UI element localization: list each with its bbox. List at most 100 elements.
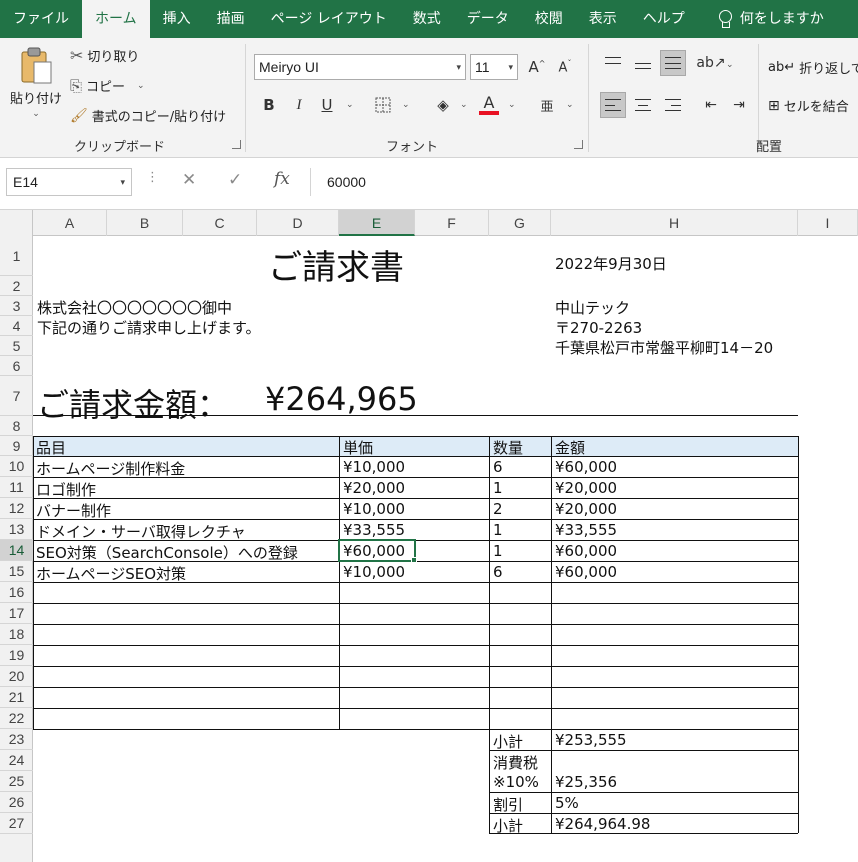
row-header-14[interactable]: 14 xyxy=(0,540,33,561)
line-item-qty[interactable]: 1 xyxy=(493,521,503,539)
increase-font-button[interactable]: A^ xyxy=(524,54,550,80)
align-top-button[interactable] xyxy=(600,50,626,76)
tab-review[interactable]: 校閲 xyxy=(522,0,576,38)
row-header-16[interactable]: 16 xyxy=(0,582,33,603)
line-item-name[interactable]: バナー制作 xyxy=(36,500,111,521)
line-item-unit-price[interactable]: ¥33,555 xyxy=(343,521,405,539)
tab-view[interactable]: 表示 xyxy=(576,0,630,38)
row-header-7[interactable]: 7 xyxy=(0,376,33,416)
tax-label-line1[interactable]: 消費税 xyxy=(493,752,538,773)
row-header-19[interactable]: 19 xyxy=(0,645,33,666)
line-item-amount[interactable]: ¥20,000 xyxy=(555,500,617,518)
line-item-qty[interactable]: 2 xyxy=(493,500,503,518)
align-center-button[interactable] xyxy=(630,92,656,118)
decrease-font-button[interactable]: Aˇ xyxy=(552,54,578,80)
font-name-combo[interactable]: Meiryo UI ▾ xyxy=(254,54,466,80)
tab-home[interactable]: ホーム xyxy=(82,0,150,38)
row-header-2[interactable]: 2 xyxy=(0,276,33,296)
italic-button[interactable]: I xyxy=(286,92,312,118)
line-item-name[interactable]: ホームページSEO対策 xyxy=(36,563,186,584)
tax-label-line2[interactable]: ※10% xyxy=(493,773,539,791)
align-bottom-button[interactable] xyxy=(660,50,686,76)
row-header-15[interactable]: 15 xyxy=(0,561,33,582)
name-box[interactable]: E14 ▾ xyxy=(6,168,132,196)
row-header-9[interactable]: 9 xyxy=(0,436,33,456)
cancel-icon[interactable]: ✕ xyxy=(182,170,196,190)
line-item-unit-price[interactable]: ¥10,000 xyxy=(343,458,405,476)
row-header-3[interactable]: 3 xyxy=(0,296,33,316)
chevron-down-icon[interactable]: ⌄ xyxy=(402,100,410,110)
align-right-button[interactable] xyxy=(660,92,686,118)
row-header-22[interactable]: 22 xyxy=(0,708,33,729)
underline-button[interactable]: U xyxy=(314,92,340,118)
header-unit-price[interactable]: 単価 xyxy=(343,437,373,458)
row-header-25[interactable]: 25 xyxy=(0,771,33,792)
line-item-amount[interactable]: ¥60,000 xyxy=(555,542,617,560)
line-item-unit-price[interactable]: ¥10,000 xyxy=(343,563,405,581)
increase-indent-button[interactable]: ⇥ xyxy=(726,92,752,118)
paste-button[interactable]: 貼り付け ⌄ xyxy=(10,46,62,119)
header-qty[interactable]: 数量 xyxy=(493,437,523,458)
format-painter-button[interactable]: 🖌 書式のコピー/貼り付け xyxy=(70,106,226,126)
fill-color-button[interactable]: ◈ xyxy=(430,92,456,118)
line-item-amount[interactable]: ¥60,000 xyxy=(555,563,617,581)
row-header-20[interactable]: 20 xyxy=(0,666,33,687)
column-header-a[interactable]: A xyxy=(33,210,107,236)
chevron-down-icon[interactable]: ⌄ xyxy=(346,100,354,110)
row-header-17[interactable]: 17 xyxy=(0,603,33,624)
column-header-d[interactable]: D xyxy=(257,210,339,236)
line-item-name[interactable]: ドメイン・サーバ取得レクチャ xyxy=(36,521,246,542)
row-header-8[interactable]: 8 xyxy=(0,416,33,436)
align-left-button[interactable] xyxy=(600,92,626,118)
amount-label[interactable]: ご請求金額： xyxy=(37,380,229,426)
tab-data[interactable]: データ xyxy=(454,0,522,38)
tab-help[interactable]: ヘルプ xyxy=(630,0,698,38)
sender-postal[interactable]: 〒270-2263 xyxy=(555,317,642,338)
column-header-b[interactable]: B xyxy=(107,210,183,236)
line-item-unit-price[interactable]: ¥20,000 xyxy=(343,479,405,497)
row-header-6[interactable]: 6 xyxy=(0,356,33,376)
cut-button[interactable]: ✂ 切り取り xyxy=(70,46,139,65)
align-middle-button[interactable] xyxy=(630,50,656,76)
tab-page-layout[interactable]: ページ レイアウト xyxy=(258,0,400,38)
row-header-4[interactable]: 4 xyxy=(0,316,33,336)
recipient-name[interactable]: 株式会社〇〇〇〇〇〇〇御中 xyxy=(37,297,232,318)
invoice-message[interactable]: 下記の通りご請求申し上げます。 xyxy=(37,317,261,338)
row-header-5[interactable]: 5 xyxy=(0,336,33,356)
select-all-corner[interactable] xyxy=(0,210,33,236)
subtotal-value[interactable]: ¥253,555 xyxy=(555,731,627,749)
font-size-combo[interactable]: 11 ▾ xyxy=(470,54,518,80)
row-header-21[interactable]: 21 xyxy=(0,687,33,708)
active-cell-selection[interactable] xyxy=(338,539,416,562)
decrease-indent-button[interactable]: ⇤ xyxy=(698,92,724,118)
line-item-qty[interactable]: 6 xyxy=(493,563,503,581)
enter-icon[interactable]: ✓ xyxy=(228,170,242,190)
tax-value[interactable]: ¥25,356 xyxy=(555,773,617,791)
borders-button[interactable] xyxy=(370,92,396,118)
tab-insert[interactable]: 挿入 xyxy=(150,0,204,38)
line-item-name[interactable]: ロゴ制作 xyxy=(36,479,96,500)
total-value[interactable]: ¥264,964.98 xyxy=(555,815,650,833)
sender-address[interactable]: 千葉県松戸市常盤平柳町14－20 xyxy=(555,337,773,358)
phonetic-guide-button[interactable]: 亜 xyxy=(534,92,560,118)
line-item-name[interactable]: SEO対策（SearchConsole）への登録 xyxy=(36,542,298,563)
row-header-11[interactable]: 11 xyxy=(0,477,33,498)
line-item-amount[interactable]: ¥20,000 xyxy=(555,479,617,497)
line-item-unit-price[interactable]: ¥10,000 xyxy=(343,500,405,518)
row-header-23[interactable]: 23 xyxy=(0,729,33,750)
line-item-amount[interactable]: ¥33,555 xyxy=(555,521,617,539)
tell-me-box[interactable]: 何をしますか xyxy=(698,0,837,38)
chevron-down-icon[interactable]: ⌄ xyxy=(566,100,574,110)
row-header-1[interactable]: 1 xyxy=(0,236,33,276)
row-header-18[interactable]: 18 xyxy=(0,624,33,645)
formula-input[interactable]: 60000 xyxy=(310,168,858,196)
header-item[interactable]: 品目 xyxy=(36,437,66,458)
font-launcher-icon[interactable] xyxy=(574,140,583,149)
discount-label[interactable]: 割引 xyxy=(493,794,523,815)
invoice-date[interactable]: 2022年9月30日 xyxy=(555,253,667,274)
chevron-down-icon[interactable]: ⌄ xyxy=(460,100,468,110)
chevron-down-icon[interactable]: ⌄ xyxy=(508,100,516,110)
line-item-qty[interactable]: 1 xyxy=(493,479,503,497)
tab-formulas[interactable]: 数式 xyxy=(400,0,454,38)
column-header-f[interactable]: F xyxy=(415,210,489,236)
